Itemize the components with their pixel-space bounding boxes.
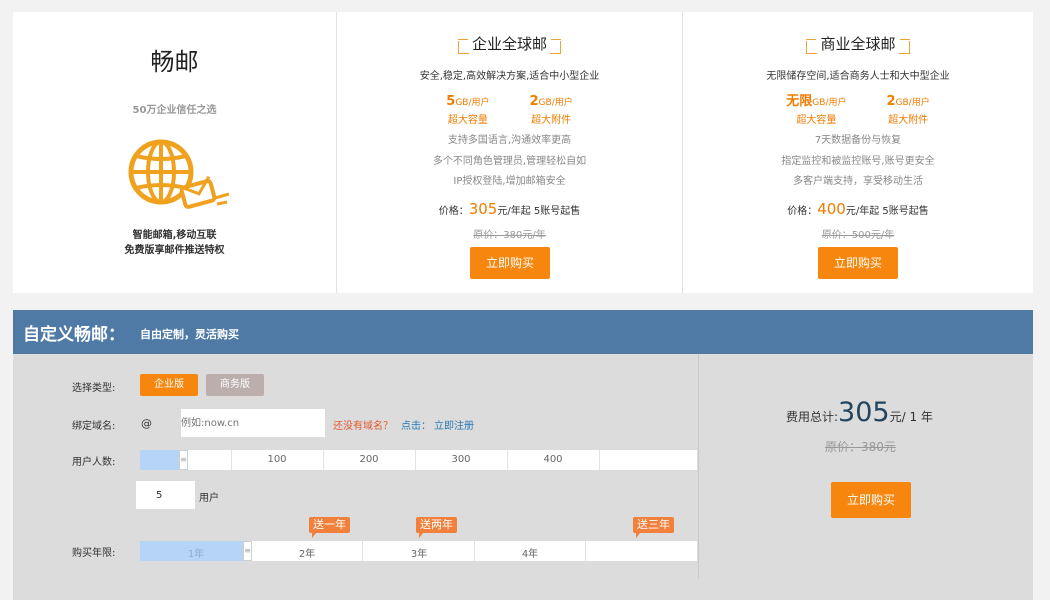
plan-specs: 5GB/用户 超大容量 2GB/用户 超大附件 (337, 90, 682, 126)
buy-button-enterprise[interactable]: 立即购买 (470, 247, 550, 279)
plan-feature: IP授权登陆,增加邮箱安全 (453, 176, 566, 187)
users-slider-handle[interactable]: ≡ (179, 450, 188, 470)
slider-divider (599, 450, 600, 470)
plan-feature: 7天数据备份与恢复 (814, 135, 902, 146)
domain-label: 绑定域名: (72, 421, 116, 432)
custom-title: 自定义畅邮： (23, 325, 125, 345)
spec-attachment: 2GB/用户 超大附件 (529, 94, 573, 126)
brand-title: 畅邮 (150, 48, 199, 76)
domain-input[interactable] (181, 409, 325, 437)
plan-original-price: 原价：500元/年 (821, 230, 895, 241)
no-domain-text: 还没有域名？ (333, 421, 393, 432)
bonus-badge: 送两年 (416, 517, 457, 538)
years-tick: 1年 (187, 549, 205, 560)
spec-attachment: 2GB/用户 超大附件 (886, 94, 930, 126)
bonus-badge: 送一年 (309, 517, 350, 538)
plan-desc: 无限储存空间,适合商务人士和大中型企业 (766, 71, 950, 82)
total-price: 费用总计:305元/ 1 年 (786, 397, 933, 428)
years-label: 购买年限: (72, 548, 116, 559)
plan-title: 企业全球邮 (457, 35, 562, 61)
slider-divider (323, 450, 324, 470)
users-tick: 100 (267, 454, 287, 465)
plan-title: 商业全球邮 (806, 35, 910, 61)
buy-button-business[interactable]: 立即购买 (818, 247, 898, 279)
custom-header: 自定义畅邮： 自由定制，灵活购买 (13, 310, 1033, 354)
custom-subtitle: 自由定制，灵活购买 (140, 328, 239, 341)
slider-divider (362, 541, 363, 561)
years-tick: 4年 (521, 549, 539, 560)
users-slider[interactable]: ≡ 100 200 300 400 (140, 450, 697, 470)
at-sign: @ (141, 417, 152, 430)
slider-divider (507, 450, 508, 470)
click-text: 点击： (401, 421, 431, 432)
plan-feature: 多客户端支持，享受移动生活 (793, 176, 923, 187)
total-original-price: 原价：380元 (825, 440, 896, 454)
globe-mail-icon (128, 139, 230, 209)
feature-line: 智能邮箱,移动互联 (132, 230, 217, 241)
plan-business: 商业全球邮 无限储存空间,适合商务人士和大中型企业 无限GB/用户 超大容量 2… (682, 12, 1033, 293)
feature-line: 免费版享邮件推送特权 (124, 245, 225, 256)
register-link[interactable]: 立即注册 (434, 417, 474, 432)
users-slider-fill (140, 450, 180, 470)
users-tick: 400 (543, 454, 563, 465)
plan-enterprise: 企业全球邮 安全,稳定,高效解决方案,适合中小型企业 5GB/用户 超大容量 2… (336, 12, 682, 293)
buy-button-custom[interactable]: 立即购买 (831, 482, 911, 518)
users-count-input[interactable] (136, 481, 195, 509)
years-tick: 3年 (410, 549, 428, 560)
years-tick: 2年 (298, 549, 316, 560)
years-slider[interactable]: ≡ 1年 2年 3年 4年 (140, 541, 697, 561)
type-label: 选择类型: (72, 383, 116, 394)
spec-storage: 5GB/用户 超大容量 (446, 94, 490, 126)
slider-divider (231, 450, 232, 470)
slider-divider (415, 450, 416, 470)
spec-storage: 无限GB/用户 超大容量 (786, 94, 847, 126)
years-slider-handle[interactable]: ≡ (243, 541, 252, 561)
brand-slogan: 50万企业信任之选 (132, 105, 217, 116)
plan-price: 价格：305元/年起 5账号起售 (438, 200, 581, 218)
plan-specs: 无限GB/用户 超大容量 2GB/用户 超大附件 (683, 90, 1033, 126)
plan-title-wrap: 商业全球邮 (683, 34, 1033, 60)
users-unit: 用户 (199, 493, 219, 504)
bonus-badge: 送三年 (633, 517, 674, 538)
type-business-button[interactable]: 商务版 (206, 374, 264, 396)
plan-original-price: 原价：380元/年 (473, 230, 546, 241)
divider (698, 354, 699, 579)
slider-divider (585, 541, 586, 561)
plan-title-wrap: 企业全球邮 (337, 34, 682, 60)
slider-divider (474, 541, 475, 561)
users-tick: 200 (359, 454, 379, 465)
plan-feature: 指定监控和被监控账号,账号更安全 (781, 156, 935, 167)
type-enterprise-button[interactable]: 企业版 (140, 374, 198, 396)
custom-config: 选择类型: 企业版 商务版 绑定域名: @ 还没有域名？ 点击： 立即注册 用户… (13, 354, 1033, 600)
product-panel: 畅邮 50万企业信任之选 智能邮箱,移动互联 免费版享邮件推送特权 企业全球邮 … (13, 12, 1033, 293)
intro-column: 畅邮 50万企业信任之选 智能邮箱,移动互联 免费版享邮件推送特权 (13, 12, 336, 293)
users-tick: 300 (451, 454, 471, 465)
plan-feature: 支持多国语言,沟通效率更高 (447, 135, 572, 146)
plan-desc: 安全,稳定,高效解决方案,适合中小型企业 (419, 71, 600, 82)
plan-price: 价格：400元/年起 5账号起售 (787, 200, 929, 218)
plan-feature: 多个不同角色管理员,管理轻松自如 (432, 156, 587, 167)
users-label: 用户人数: (72, 457, 116, 468)
